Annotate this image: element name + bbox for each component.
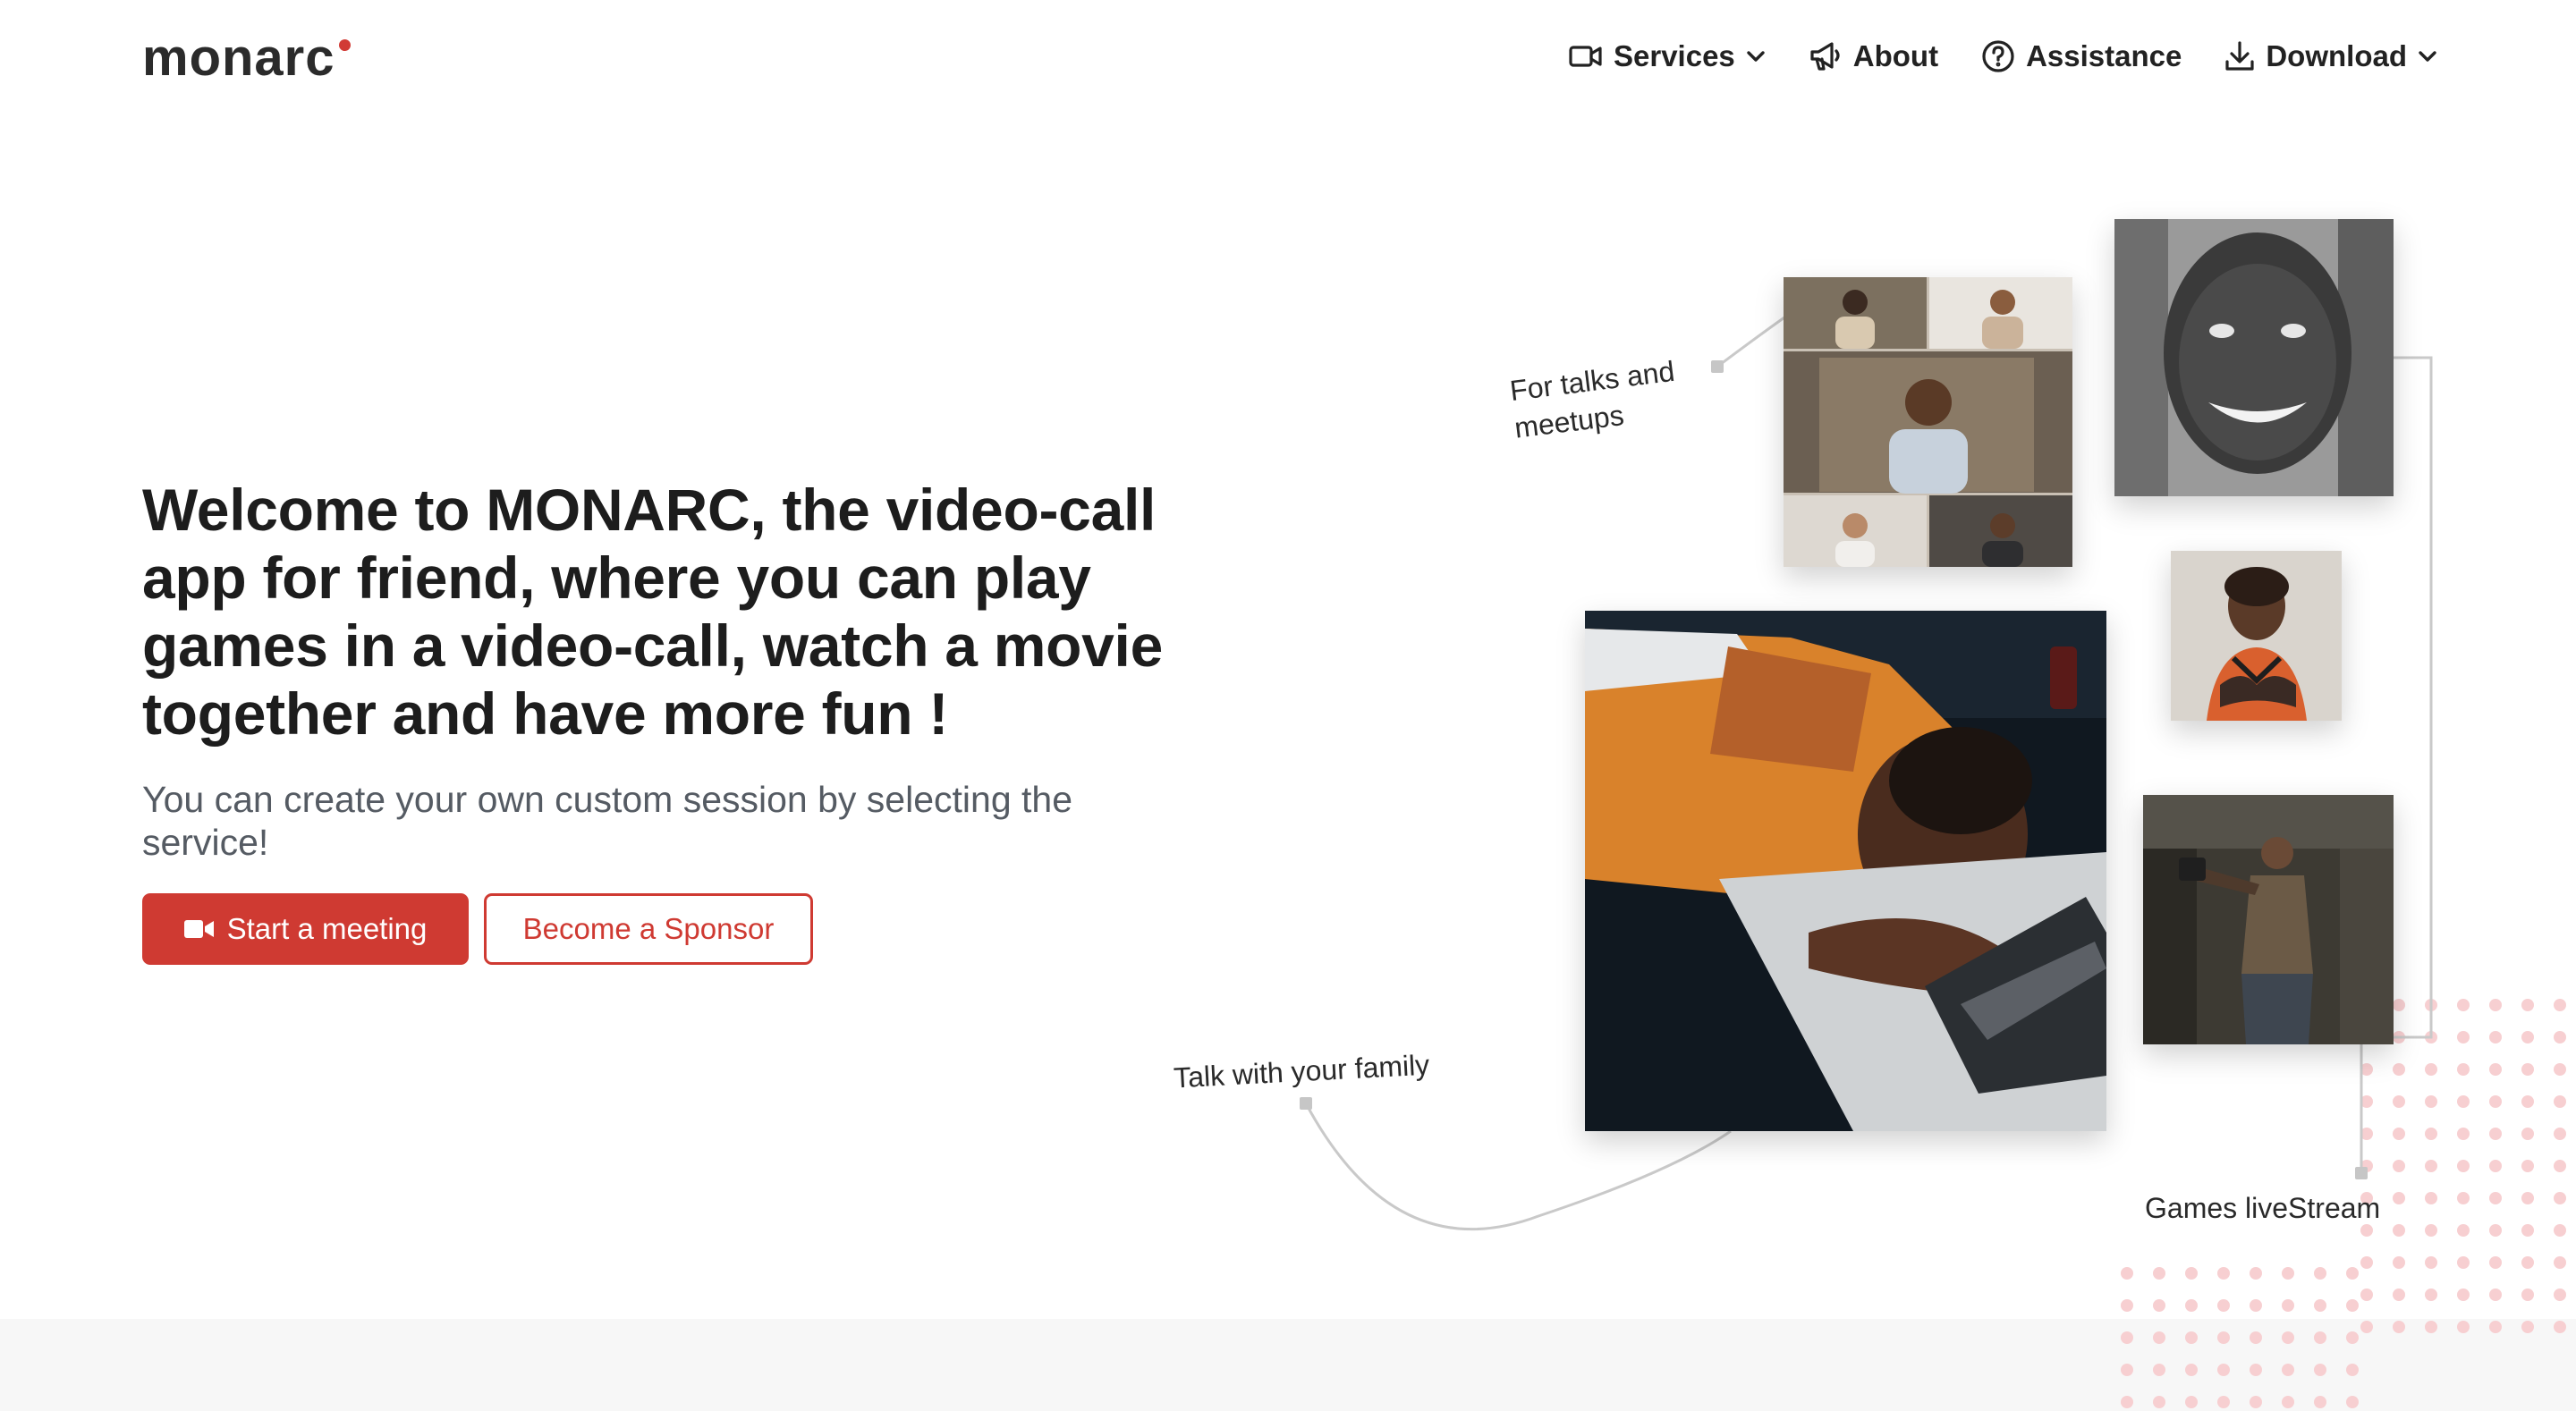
woman-portrait-image xyxy=(2171,551,2342,721)
group-call-image xyxy=(1784,277,2072,567)
games-livestream-image xyxy=(2143,795,2394,1044)
caption-games: Games liveStream xyxy=(2145,1192,2380,1225)
smiling-portrait-image xyxy=(2114,219,2394,496)
sleeping-man-image xyxy=(1585,611,2106,1131)
caption-games-text: Games liveStream xyxy=(2145,1192,2381,1224)
